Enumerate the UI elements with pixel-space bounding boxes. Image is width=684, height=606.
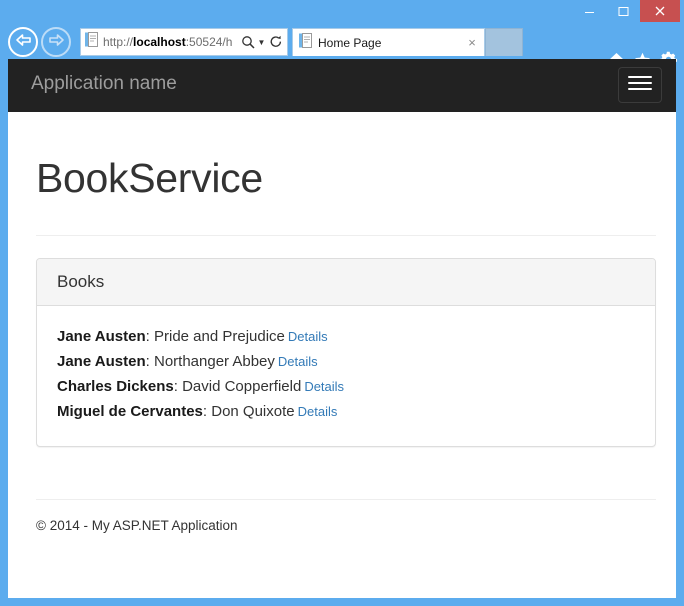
books-panel-body: Jane Austen: Pride and Prejudice Details …: [37, 306, 655, 446]
book-title: David Copperfield: [182, 378, 302, 395]
book-details-link[interactable]: Details: [304, 379, 344, 394]
list-item: Miguel de Cervantes: Don Quixote Details: [57, 399, 635, 424]
new-tab-button[interactable]: [485, 28, 523, 56]
maximize-button[interactable]: [606, 0, 640, 22]
chevron-down-icon[interactable]: ▼: [256, 38, 267, 47]
minimize-button[interactable]: [572, 0, 606, 22]
book-title: Pride and Prejudice: [153, 328, 285, 345]
books-panel-title: Books: [57, 272, 105, 291]
browser-window: http://localhost:50524/h ▼ Home Page × A…: [0, 0, 684, 606]
book-title: Don Quixote: [211, 403, 295, 420]
page-viewport: Application name BookService Books Jane …: [8, 59, 676, 598]
refresh-icon[interactable]: [267, 35, 284, 49]
arrow-right-icon: [48, 33, 65, 52]
page-container: BookService Books Jane Austen: Pride and…: [8, 154, 676, 536]
tab-close-icon[interactable]: ×: [464, 36, 480, 49]
address-text: http://localhost:50524/h: [103, 35, 233, 49]
book-author: Jane Austen: [57, 353, 146, 370]
tab-strip: Home Page ×: [292, 24, 523, 59]
list-item: Jane Austen: Northanger Abbey Details: [57, 349, 635, 374]
hamburger-icon-bar: [628, 82, 652, 84]
close-icon: [654, 5, 666, 17]
book-details-link[interactable]: Details: [278, 354, 318, 369]
tab-title: Home Page: [318, 35, 382, 50]
browser-navigation-bar: http://localhost:50524/h ▼ Home Page ×: [0, 24, 684, 68]
hamburger-icon-bar: [628, 76, 652, 78]
header-divider: [36, 235, 656, 236]
address-bar[interactable]: http://localhost:50524/h ▼: [80, 28, 288, 56]
book-author: Jane Austen: [57, 328, 146, 345]
minimize-icon: [584, 6, 595, 17]
book-separator: :: [145, 328, 154, 345]
books-panel: Books Jane Austen: Pride and Prejudice De…: [36, 258, 656, 447]
browser-title-bar: [0, 0, 684, 24]
book-separator: :: [145, 353, 154, 370]
maximize-icon: [618, 6, 629, 17]
site-navbar: Application name: [8, 59, 676, 112]
close-window-button[interactable]: [640, 0, 680, 22]
list-item: Charles Dickens: David Copperfield Detail…: [57, 374, 635, 399]
page-title: BookService: [36, 155, 263, 201]
book-author: Miguel de Cervantes: [57, 403, 203, 420]
back-button[interactable]: [8, 27, 38, 57]
books-panel-heading: Books: [37, 259, 655, 306]
book-author: Charles Dickens: [57, 378, 174, 395]
book-title: Northanger Abbey: [153, 353, 275, 370]
book-details-link[interactable]: Details: [298, 404, 338, 419]
book-separator: :: [202, 403, 212, 420]
hamburger-icon-bar: [628, 88, 652, 90]
tab-favicon-icon: [299, 32, 312, 53]
page-favicon-icon: [85, 32, 98, 52]
window-controls: [572, 0, 680, 22]
tab-home-page[interactable]: Home Page ×: [292, 28, 485, 56]
navbar-brand[interactable]: Application name: [31, 73, 177, 95]
page-footer: © 2014 - My ASP.NET Application: [36, 518, 238, 533]
book-separator: :: [173, 378, 183, 395]
list-item: Jane Austen: Pride and Prejudice Details: [57, 324, 635, 349]
search-icon[interactable]: [239, 35, 256, 49]
arrow-left-icon: [15, 33, 32, 52]
book-details-link[interactable]: Details: [288, 329, 328, 344]
navbar-toggle-button[interactable]: [618, 67, 662, 103]
forward-button[interactable]: [41, 27, 71, 57]
